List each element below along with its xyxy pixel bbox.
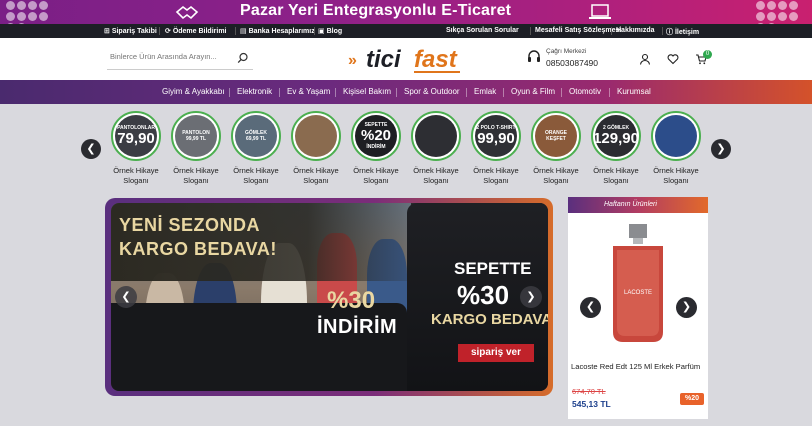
order-tracking-link[interactable]: ⊞ Sipariş Takibi xyxy=(104,27,157,35)
story-caption: Örnek Hikaye Sloganı xyxy=(653,166,699,185)
story-caption: Örnek Hikaye Sloganı xyxy=(473,166,519,185)
call-center-label: Çağrı Merkezi xyxy=(546,48,587,55)
old-price: 674,70 TL xyxy=(572,387,606,396)
faq-link[interactable]: Sıkça Sorulan Sorular xyxy=(446,27,519,34)
weekly-next-button[interactable]: ❯ xyxy=(676,297,697,318)
user-icon[interactable] xyxy=(639,53,651,65)
call-center-number: 08503087490 xyxy=(546,58,599,68)
cart-count-badge: 0 xyxy=(703,50,712,59)
slider-right-percent: %30 xyxy=(457,280,510,310)
story-caption: Örnek Hikaye Sloganı xyxy=(293,166,339,185)
story-item[interactable]: PANTOLON 99,99 TL Örnek Hikaye Sloganı xyxy=(166,111,226,189)
logo-chevron-icon: » xyxy=(348,52,357,69)
category-elektronik[interactable]: Elektronik xyxy=(237,87,272,96)
stories-next-button[interactable]: ❯ xyxy=(711,139,731,159)
about-link[interactable]: Hakkımızda xyxy=(616,27,655,34)
story-item[interactable]: SEPETTE %20 İNDİRİM Örnek Hikaye Sloganı xyxy=(346,111,406,189)
handshake-icon xyxy=(175,5,199,20)
story-item[interactable]: ORANGE KEŞFET Örnek Hikaye Sloganı xyxy=(526,111,586,189)
stories-prev-button[interactable]: ❮ xyxy=(81,139,101,159)
story-thumbnail: PANTOLONLAR 79,90 xyxy=(111,111,161,161)
heart-icon[interactable] xyxy=(667,53,679,65)
weekly-products-title: Haftanın Ürünleri xyxy=(568,197,708,213)
weekly-prev-button[interactable]: ❮ xyxy=(580,297,601,318)
story-thumbnail xyxy=(291,111,341,161)
story-thumbnail: ORANGE KEŞFET xyxy=(531,111,581,161)
story-thumbnail: 2 POLO T-SHIRT 99,90 xyxy=(471,111,521,161)
distance-sales-link[interactable]: Mesafeli Satış Sözleşmesi xyxy=(535,27,621,34)
story-thumbnail xyxy=(651,111,701,161)
story-thumbnail: GÖMLEK 69,99 TL xyxy=(231,111,281,161)
order-now-button[interactable]: sipariş ver xyxy=(458,344,534,362)
slider-sepette: SEPETTE xyxy=(454,259,532,278)
slider-prev-button[interactable]: ❮ xyxy=(115,286,137,308)
product-name[interactable]: Lacoste Red Edt 125 Ml Erkek Parfüm xyxy=(571,362,700,371)
banner-decoration xyxy=(2,0,62,32)
hero-slider[interactable]: YENİ SEZONDA KARGO BEDAVA! %30 İNDİRİM SE… xyxy=(111,203,548,391)
payment-notice-link[interactable]: ⟳ Ödeme Bildirimi xyxy=(165,27,227,35)
blog-link[interactable]: ▣ Blog xyxy=(318,27,342,35)
story-thumbnail: 2 GÖMLEK 129,90 xyxy=(591,111,641,161)
category-spor-outdoor[interactable]: Spor & Outdoor xyxy=(404,87,460,96)
slider-kargo-bedava: KARGO BEDAVA xyxy=(431,311,548,328)
slider-next-button[interactable]: ❯ xyxy=(520,286,542,308)
story-thumbnail: PANTOLON 99,99 TL xyxy=(171,111,221,161)
banner-decoration xyxy=(752,0,812,32)
svg-text:LACOSTE: LACOSTE xyxy=(624,290,652,296)
story-caption: Örnek Hikaye Sloganı xyxy=(413,166,459,185)
discount-badge: %20 xyxy=(680,393,704,405)
category-otomotiv[interactable]: Otomotiv xyxy=(569,87,601,96)
top-navigation: ⊞ Sipariş Takibi ⟳ Ödeme Bildirimi ▤ Ban… xyxy=(0,24,812,38)
story-caption: Örnek Hikaye Sloganı xyxy=(593,166,639,185)
slider-indirim: İNDİRİM xyxy=(317,316,398,338)
category-kurumsal[interactable]: Kurumsal xyxy=(617,87,651,96)
story-item[interactable]: 2 GÖMLEK 129,90 Örnek Hikaye Sloganı xyxy=(586,111,646,189)
category-giyim[interactable]: Giyim & Ayakkabı xyxy=(162,87,225,96)
story-item[interactable]: GÖMLEK 69,99 TL Örnek Hikaye Sloganı xyxy=(226,111,286,189)
banner-title: Pazar Yeri Entegrasyonlu E-Ticaret xyxy=(240,2,512,19)
story-caption: Örnek Hikaye Sloganı xyxy=(233,166,279,185)
ticifast-logo[interactable]: » tici fast xyxy=(348,44,464,74)
story-item[interactable]: PANTOLONLAR 79,90 Örnek Hikaye Sloganı xyxy=(106,111,166,189)
promo-banner[interactable]: Pazar Yeri Entegrasyonlu E-Ticaret xyxy=(0,0,812,32)
category-oyun-film[interactable]: Oyun & Film xyxy=(511,87,555,96)
story-item[interactable]: 2 POLO T-SHIRT 99,90 Örnek Hikaye Sloganı xyxy=(466,111,526,189)
story-caption: Örnek Hikaye Sloganı xyxy=(353,166,399,185)
current-price: 545,13 TL xyxy=(572,399,611,409)
category-ev-yasam[interactable]: Ev & Yaşam xyxy=(287,87,330,96)
perfume-bottle-image[interactable]: LACOSTE xyxy=(607,224,669,344)
contact-link[interactable]: ⓘ İletişim xyxy=(666,27,699,37)
laptop-cart-icon xyxy=(589,4,611,19)
headset-icon xyxy=(528,50,540,62)
search-icon[interactable] xyxy=(237,52,249,64)
story-thumbnail xyxy=(411,111,461,161)
slider-left-percent: %30 xyxy=(327,287,376,314)
story-item[interactable]: Örnek Hikaye Sloganı xyxy=(646,111,706,189)
story-thumbnail: SEPETTE %20 İNDİRİM xyxy=(351,111,401,161)
story-item[interactable]: Örnek Hikaye Sloganı xyxy=(286,111,346,189)
story-item[interactable]: Örnek Hikaye Sloganı xyxy=(406,111,466,189)
category-bar: Giyim & Ayakkabı Elektronik Ev & Yaşam K… xyxy=(0,80,812,104)
search-input[interactable] xyxy=(110,52,232,61)
category-emlak[interactable]: Emlak xyxy=(474,87,496,96)
category-kisisel-bakim[interactable]: Kişisel Bakım xyxy=(343,87,391,96)
slider-headline: YENİ SEZONDA KARGO BEDAVA! xyxy=(119,215,277,259)
story-caption: Örnek Hikaye Sloganı xyxy=(113,166,159,185)
site-header: » tici fast Çağrı Merkezi 08503087490 xyxy=(0,38,812,80)
story-caption: Örnek Hikaye Sloganı xyxy=(173,166,219,185)
search-box xyxy=(107,48,253,70)
story-caption: Örnek Hikaye Sloganı xyxy=(533,166,579,185)
bank-accounts-link[interactable]: ▤ Banka Hesaplarımız xyxy=(240,27,315,35)
